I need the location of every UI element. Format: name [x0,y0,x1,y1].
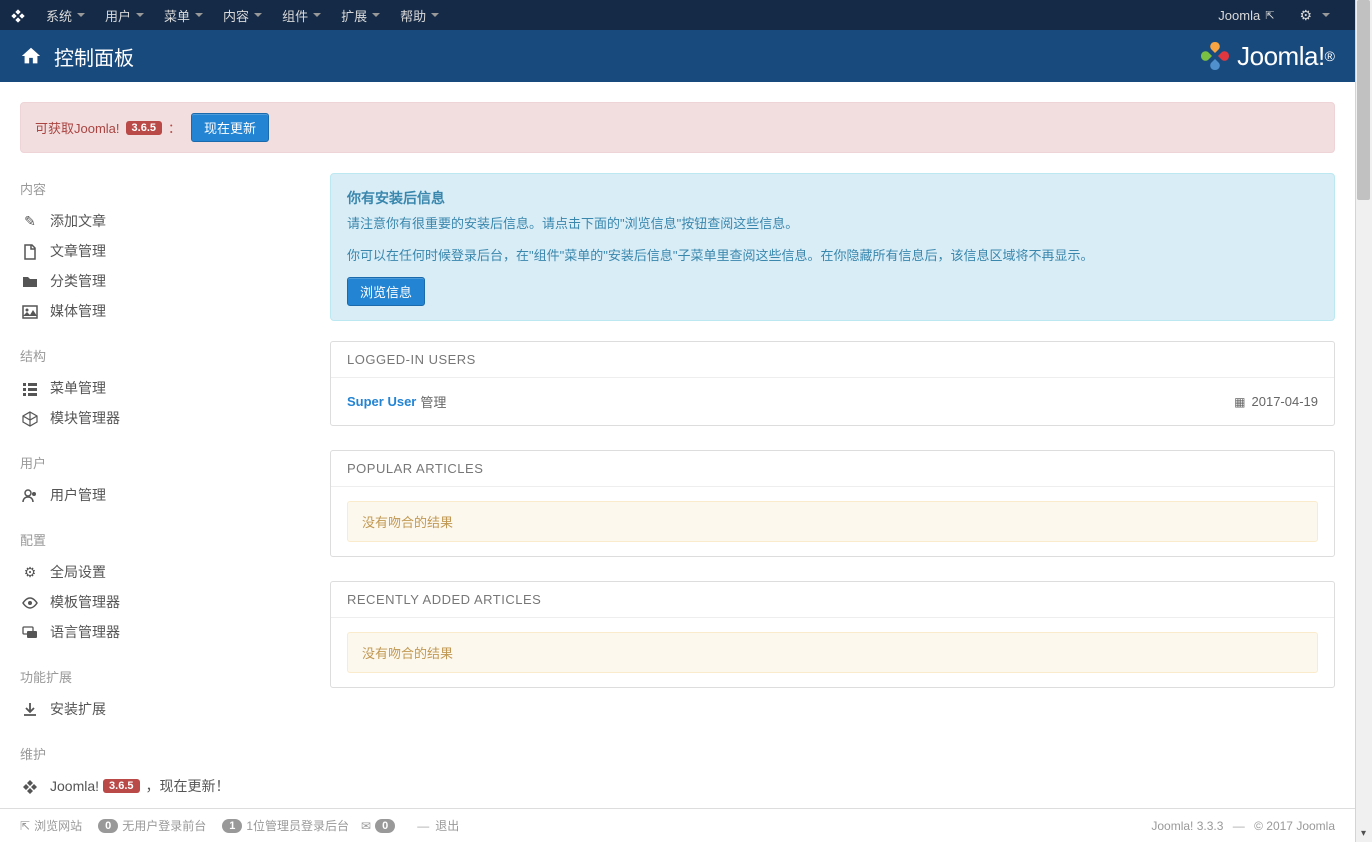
panel-header: RECENTLY ADDED ARTICLES [331,582,1334,618]
footer-logout[interactable]: 退出 [435,817,459,834]
panel-header: LOGGED-IN USERS [331,342,1334,378]
update-alert: 可获取Joomla! 3.6.5 ： 现在更新 [20,102,1335,153]
list-icon [20,379,40,396]
cog-icon: ⚙ [20,564,40,581]
postinstall-info-box: 你有安装后信息 请注意你有很重要的安装后信息。请点击下面的"浏览信息"按钮查阅这… [330,173,1335,321]
main-content: 你有安装后信息 请注意你有很重要的安装后信息。请点击下面的"浏览信息"按钮查阅这… [330,173,1335,842]
sidebar-item-language-manager[interactable]: 语言管理器 [20,617,310,647]
sidebar-item-menu-manager[interactable]: 菜单管理 [20,373,310,403]
sidebar-item-category-manager[interactable]: 分类管理 [20,266,310,296]
scrollbar-down-arrow[interactable]: ▾ [1355,825,1372,842]
page-header: 控制面板 Joomla!® [0,30,1355,82]
version-badge-sidebar: 3.6.5 [103,779,139,793]
chevron-down-icon [77,13,85,17]
nav-content[interactable]: 内容 [213,0,272,30]
nav-help[interactable]: 帮助 [390,0,449,30]
external-link-icon: ⇱ [20,819,30,833]
joomla-icon [10,7,26,23]
chevron-down-icon [372,13,380,17]
sidebar-item-add-article[interactable]: ✎添加文章 [20,206,310,236]
count-badge: 0 [98,819,118,833]
sidebar-item-template-manager[interactable]: 模板管理器 [20,587,310,617]
info-box-line2: 你可以在任何时候登录后台，在"组件"菜单的"安装后信息"子菜单里查阅这些信息。在… [347,246,1318,266]
panel-logged-in-users: LOGGED-IN USERS Super User 管理 ▦ 2017-04-… [330,341,1335,426]
footer-status-bar: ⇱ 浏览网站 0 无用户登录前台 1 1位管理员登录后台 ✉ 0 — 退出 Jo… [0,808,1355,842]
sidebar-item-global-config[interactable]: ⚙全局设置 [20,557,310,587]
pencil-icon: ✎ [20,213,40,230]
nav-settings[interactable]: ⚙ [1289,0,1345,30]
nav-joomla-link[interactable]: Joomla⇱ [1208,0,1289,30]
sidebar-heading-configuration: 配置 [20,524,310,549]
chevron-down-icon [195,13,203,17]
footer-messages[interactable]: ✉ 0 [361,819,399,833]
sidebar-item-install-extensions[interactable]: 安装扩展 [20,694,310,724]
chevron-down-icon [254,13,262,17]
empty-results-message: 没有吻合的结果 [347,501,1318,542]
header-brand: Joomla!® [1199,40,1335,72]
gear-icon: ⚙ [1299,7,1312,24]
nav-components[interactable]: 组件 [272,0,331,30]
panel-header: POPULAR ARTICLES [331,451,1334,487]
sidebar-heading-users: 用户 [20,447,310,472]
eye-icon [20,593,40,610]
update-now-button[interactable]: 现在更新 [191,113,269,142]
sidebar-item-joomla-update[interactable]: Joomla! 3.6.5 ，现在更新！ [20,771,310,801]
footer-admin-users[interactable]: 1 1位管理员登录后台 [218,817,349,834]
sidebar-heading-structure: 结构 [20,340,310,365]
empty-results-message: 没有吻合的结果 [347,632,1318,673]
page-title: 控制面板 [54,42,134,71]
chevron-down-icon [313,13,321,17]
joomla-small-icon [20,777,40,794]
calendar-icon: ▦ [1234,395,1245,409]
footer-view-site[interactable]: ⇱ 浏览网站 [20,817,82,834]
footer-version-copyright: Joomla! 3.3.3 — © 2017 Joomla [1151,819,1335,833]
review-messages-button[interactable]: 浏览信息 [347,277,425,306]
sidebar-heading-extensions: 功能扩展 [20,661,310,686]
count-badge: 0 [375,819,395,833]
brand-text: Joomla! [1237,41,1325,72]
sidebar-item-media-manager[interactable]: 媒体管理 [20,296,310,326]
nav-extensions[interactable]: 扩展 [331,0,390,30]
update-alert-text[interactable]: 可获取Joomla! [35,118,120,137]
nav-menus[interactable]: 菜单 [154,0,213,30]
update-alert-colon: ： [168,118,181,137]
scrollbar[interactable]: ▴ ▾ [1355,0,1372,842]
home-icon [20,45,42,67]
info-box-line1: 请注意你有很重要的安装后信息。请点击下面的"浏览信息"按钮查阅这些信息。 [347,214,1318,234]
image-icon [20,302,40,319]
file-icon [20,242,40,259]
joomla-brand-icon [1199,40,1231,72]
scrollbar-thumb[interactable] [1357,0,1370,200]
external-link-icon: ⇱ [1265,9,1274,22]
users-icon [20,486,40,503]
comments-icon [20,623,40,640]
chevron-down-icon [1322,13,1330,17]
version-badge: 3.6.5 [126,121,162,135]
sidebar-heading-maintenance: 维护 [20,738,310,763]
folder-icon [20,272,40,289]
top-navbar: 系统 用户 菜单 内容 组件 扩展 帮助 Joomla⇱ ⚙ [0,0,1355,30]
sidebar: 内容 ✎添加文章 文章管理 分类管理 媒体管理 结构 菜单管理 模块管理器 用户… [20,173,310,842]
count-badge: 1 [222,819,242,833]
user-name-link[interactable]: Super User [347,394,416,409]
sidebar-item-user-manager[interactable]: 用户管理 [20,480,310,510]
download-icon [20,700,40,717]
panel-popular-articles: POPULAR ARTICLES 没有吻合的结果 [330,450,1335,557]
nav-system[interactable]: 系统 [36,0,95,30]
logged-in-user-row: Super User 管理 ▦ 2017-04-19 [347,392,1318,411]
nav-users[interactable]: 用户 [95,0,154,30]
user-login-date: ▦ 2017-04-19 [1234,394,1318,409]
panel-recent-articles: RECENTLY ADDED ARTICLES 没有吻合的结果 [330,581,1335,688]
footer-frontend-users[interactable]: 0 无用户登录前台 [94,817,206,834]
chevron-down-icon [431,13,439,17]
sidebar-heading-content: 内容 [20,173,310,198]
sidebar-item-article-manager[interactable]: 文章管理 [20,236,310,266]
cube-icon [20,409,40,426]
user-role: 管理 [420,392,446,411]
info-box-title: 你有安装后信息 [347,188,1318,208]
divider: — [417,819,429,833]
envelope-icon: ✉ [361,819,371,833]
chevron-down-icon [136,13,144,17]
sidebar-item-module-manager[interactable]: 模块管理器 [20,403,310,433]
